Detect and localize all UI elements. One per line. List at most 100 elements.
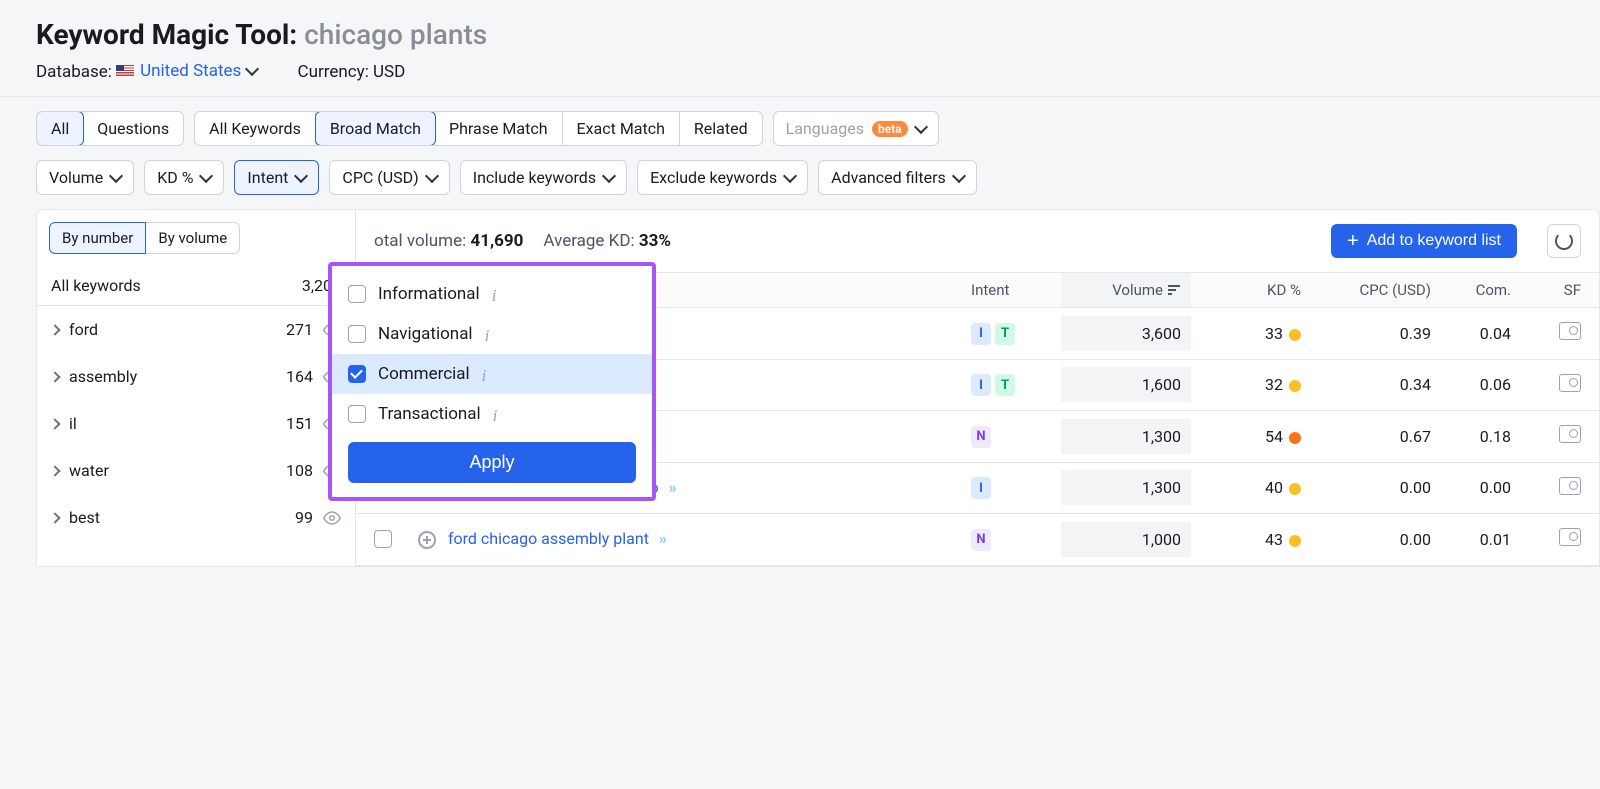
serp-icon[interactable] bbox=[1559, 322, 1581, 340]
group-count: 271 bbox=[286, 320, 313, 339]
volume-value: 3,600 bbox=[1061, 316, 1191, 351]
total-volume: otal volume: 41,690 bbox=[374, 231, 523, 251]
col-volume[interactable]: Volume bbox=[1061, 273, 1191, 307]
com-value: 0.01 bbox=[1431, 530, 1511, 549]
intent-option-navigational[interactable]: Navigational i bbox=[332, 314, 652, 354]
filter-kd[interactable]: KD % bbox=[144, 160, 224, 195]
sidebar: By number By volume All keywords 3,207 f… bbox=[36, 209, 356, 567]
chevron-down-icon bbox=[914, 119, 928, 133]
kd-value: 40 bbox=[1191, 478, 1301, 497]
page-title: Keyword Magic Tool: chicago plants bbox=[36, 18, 1564, 51]
chevron-right-icon bbox=[49, 512, 60, 523]
refresh-icon bbox=[1555, 232, 1573, 250]
double-chevron-icon[interactable]: » bbox=[659, 529, 667, 548]
match-phrase[interactable]: Phrase Match bbox=[435, 112, 563, 145]
serp-icon[interactable] bbox=[1559, 528, 1581, 546]
col-com[interactable]: Com. bbox=[1431, 281, 1511, 299]
match-broad[interactable]: Broad Match bbox=[315, 111, 436, 146]
languages-select[interactable]: Languages beta bbox=[773, 111, 939, 146]
match-related[interactable]: Related bbox=[680, 112, 762, 145]
table-row: ford chicago assembly plant » N 1,000 43… bbox=[356, 514, 1599, 566]
col-sf[interactable]: SF bbox=[1511, 281, 1581, 299]
kd-dot-icon bbox=[1289, 329, 1301, 341]
eye-icon[interactable] bbox=[323, 509, 341, 527]
group-list: ford 271 assembly 164 il 151 water 108 bbox=[37, 306, 355, 541]
match-type-group: All Keywords Broad Match Phrase Match Ex… bbox=[194, 111, 762, 146]
com-value: 0.06 bbox=[1431, 375, 1511, 394]
filter-exclude[interactable]: Exclude keywords bbox=[637, 160, 808, 195]
info-icon[interactable]: i bbox=[482, 366, 498, 382]
intent-tag-t: T bbox=[995, 374, 1015, 396]
sort-by-volume[interactable]: By volume bbox=[146, 222, 240, 254]
group-item[interactable]: water 108 bbox=[37, 447, 355, 494]
filter-include[interactable]: Include keywords bbox=[460, 160, 627, 195]
intent-tag-i: I bbox=[971, 323, 991, 345]
intent-option-commercial[interactable]: Commercial i bbox=[332, 354, 652, 394]
kd-dot-icon bbox=[1289, 535, 1301, 547]
intent-option-transactional[interactable]: Transactional i bbox=[332, 394, 652, 434]
chevron-down-icon bbox=[109, 168, 123, 182]
volume-value: 1,300 bbox=[1061, 419, 1191, 454]
beta-badge: beta bbox=[872, 121, 908, 137]
col-cpc[interactable]: CPC (USD) bbox=[1301, 281, 1431, 299]
plus-circle-icon[interactable] bbox=[418, 531, 436, 549]
chevron-right-icon bbox=[49, 418, 60, 429]
cpc-value: 0.67 bbox=[1301, 427, 1431, 446]
option-label: Informational bbox=[378, 284, 480, 304]
database-label: Database: bbox=[36, 62, 112, 82]
option-label: Commercial bbox=[378, 364, 470, 384]
col-kd[interactable]: KD % bbox=[1191, 281, 1301, 299]
serp-icon[interactable] bbox=[1559, 374, 1581, 392]
group-item[interactable]: assembly 164 bbox=[37, 353, 355, 400]
info-icon[interactable]: i bbox=[485, 326, 501, 342]
mode-questions[interactable]: Questions bbox=[83, 112, 183, 145]
plus-icon: + bbox=[1347, 234, 1359, 248]
us-flag-icon bbox=[116, 65, 134, 77]
group-count: 164 bbox=[286, 367, 313, 386]
chevron-right-icon bbox=[49, 465, 60, 476]
add-to-list-button[interactable]: + Add to keyword list bbox=[1331, 224, 1517, 258]
col-intent[interactable]: Intent bbox=[971, 281, 1061, 299]
keyword-link[interactable]: ford chicago assembly plant bbox=[448, 529, 649, 548]
group-name: ford bbox=[69, 320, 276, 339]
match-all-keywords[interactable]: All Keywords bbox=[195, 112, 316, 145]
checkbox[interactable] bbox=[348, 285, 366, 303]
languages-label: Languages bbox=[786, 119, 864, 138]
header-subline: Database: United States Currency: USD bbox=[36, 61, 1564, 82]
chevron-down-icon bbox=[602, 168, 616, 182]
row-checkbox[interactable] bbox=[374, 530, 392, 548]
checkbox[interactable] bbox=[348, 365, 366, 383]
intent-option-informational[interactable]: Informational i bbox=[332, 274, 652, 314]
double-chevron-icon[interactable]: » bbox=[669, 478, 677, 497]
com-value: 0.04 bbox=[1431, 324, 1511, 343]
info-icon[interactable]: i bbox=[493, 406, 509, 422]
match-exact[interactable]: Exact Match bbox=[563, 112, 680, 145]
group-item[interactable]: ford 271 bbox=[37, 306, 355, 353]
mode-all[interactable]: All bbox=[36, 111, 84, 146]
filter-intent[interactable]: Intent bbox=[234, 160, 319, 195]
intent-filter-popup: Informational i Navigational i Commercia… bbox=[328, 262, 656, 501]
serp-icon[interactable] bbox=[1559, 425, 1581, 443]
chevron-down-icon bbox=[425, 168, 439, 182]
filter-volume[interactable]: Volume bbox=[36, 160, 134, 195]
checkbox[interactable] bbox=[348, 405, 366, 423]
content: By number By volume All keywords 3,207 f… bbox=[0, 209, 1600, 567]
com-value: 0.18 bbox=[1431, 427, 1511, 446]
chevron-right-icon bbox=[49, 324, 60, 335]
group-item[interactable]: best 99 bbox=[37, 494, 355, 541]
info-icon[interactable]: i bbox=[492, 286, 508, 302]
filter-cpc[interactable]: CPC (USD) bbox=[329, 160, 449, 195]
checkbox[interactable] bbox=[348, 325, 366, 343]
volume-value: 1,000 bbox=[1061, 522, 1191, 557]
group-item[interactable]: il 151 bbox=[37, 400, 355, 447]
search-query: chicago plants bbox=[304, 18, 487, 51]
filter-row: Volume KD % Intent CPC (USD) Include key… bbox=[0, 160, 1600, 209]
sort-by-number[interactable]: By number bbox=[49, 222, 146, 254]
refresh-button[interactable] bbox=[1547, 224, 1581, 258]
database-select[interactable]: United States bbox=[116, 61, 257, 81]
chevron-down-icon bbox=[294, 168, 308, 182]
apply-button[interactable]: Apply bbox=[348, 442, 636, 483]
all-keywords-row[interactable]: All keywords 3,207 bbox=[37, 266, 355, 306]
serp-icon[interactable] bbox=[1559, 477, 1581, 495]
filter-advanced[interactable]: Advanced filters bbox=[818, 160, 977, 195]
